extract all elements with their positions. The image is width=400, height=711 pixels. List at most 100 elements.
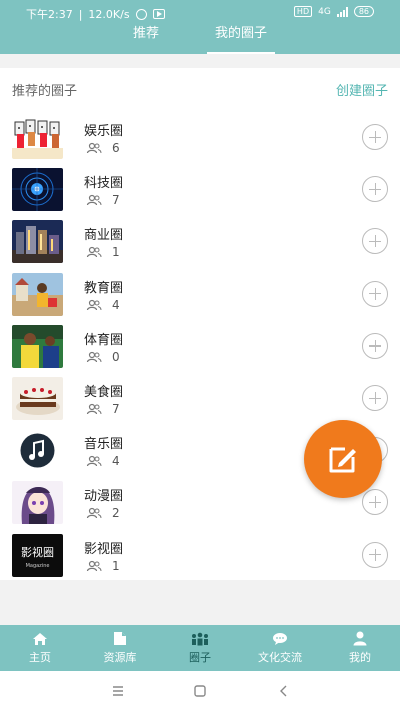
home-icon (33, 632, 47, 645)
circle-list-card: 推荐的圈子 创建圈子 娱乐圈 6 科技圈 7 商业圈 1 教育圈 4 体育圈 0… (0, 68, 400, 580)
member-count-value: 1 (112, 245, 120, 260)
users-icon (86, 403, 102, 415)
status-time: 下午2:37 (26, 8, 73, 21)
list-item[interactable]: 娱乐圈 6 (0, 112, 400, 164)
film-thumb-title: 影视圈 (21, 545, 54, 559)
nav-culture-exchange[interactable]: 文化交流 (240, 625, 320, 671)
nav-circles-label: 圈子 (189, 650, 211, 664)
join-circle-button[interactable] (362, 541, 388, 568)
nav-resources[interactable]: 资源库 (80, 625, 160, 671)
bottom-nav: 主页 资源库 圈子 文化交流 我的 (0, 625, 400, 671)
member-count: 4 (86, 298, 120, 312)
users-icon (86, 508, 102, 519)
nav-profile-label: 我的 (349, 651, 371, 664)
section-title: 推荐的圈子 (12, 84, 78, 99)
alarm-icon (135, 8, 147, 20)
nav-profile[interactable]: 我的 (320, 625, 400, 671)
circle-name: 体育圈 (84, 332, 124, 348)
join-circle-button[interactable] (362, 124, 388, 150)
users-icon (86, 560, 102, 571)
users-icon (86, 195, 102, 206)
system-nav-bar (0, 671, 400, 711)
film-thumb-subtitle: Magazine (26, 563, 50, 569)
join-circle-button[interactable] (362, 332, 388, 359)
nav-circles[interactable]: 圈子 (160, 625, 240, 671)
top-header: 下午2:37 | 12.0K/s HD 4G 86 推荐 我的圈子 (0, 0, 400, 54)
back-icon[interactable] (274, 683, 294, 699)
circle-name: 娱乐圈 (84, 124, 124, 139)
nav-home-label: 主页 (29, 650, 51, 664)
member-count: 7 (86, 193, 120, 207)
member-count: 6 (86, 141, 120, 155)
nav-culture-exchange-label: 文化交流 (258, 650, 302, 664)
food-thumb (12, 376, 63, 420)
join-circle-button[interactable] (362, 280, 388, 307)
join-circle-button[interactable] (362, 489, 388, 516)
circle-name: 音乐圈 (84, 437, 124, 453)
join-circle-button[interactable] (362, 384, 388, 411)
users-icon (86, 142, 102, 154)
header-tabs: 推荐 我的圈子 (0, 24, 400, 54)
menu-icon[interactable] (108, 683, 128, 699)
member-count: 1 (86, 245, 120, 259)
member-count: 1 (86, 559, 120, 573)
member-count: 4 (86, 454, 120, 468)
circle-name: 商业圈 (84, 228, 124, 244)
tab-my-circles[interactable]: 我的圈子 (207, 24, 276, 54)
users-icon (86, 299, 102, 310)
sports-thumb (12, 324, 63, 368)
member-count-value: 2 (112, 506, 120, 521)
entertainment-thumb (12, 116, 63, 159)
music-thumb (12, 429, 63, 473)
hd-icon: HD (293, 6, 313, 17)
circle-name: 动漫圈 (84, 489, 124, 505)
film-thumb: 影视圈 Magazine (12, 533, 63, 577)
member-count-value: 4 (112, 454, 120, 469)
status-right: HD 4G 86 (293, 6, 374, 17)
nav-home[interactable]: 主页 (0, 625, 80, 671)
edit-icon (329, 447, 356, 473)
home-button-icon[interactable] (190, 683, 210, 699)
create-circle-link[interactable]: 创建圈子 (336, 80, 388, 99)
member-count-value: 4 (112, 297, 120, 312)
circle-name: 美食圈 (84, 384, 124, 400)
chat-icon (273, 632, 287, 645)
users-icon (86, 351, 102, 362)
list-item[interactable]: 商业圈 1 (0, 216, 400, 268)
member-count-value: 1 (112, 558, 120, 573)
status-divider: | (78, 7, 83, 21)
join-circle-button[interactable] (362, 176, 388, 203)
status-left: 下午2:37 | 12.0K/s (26, 6, 165, 22)
member-count-value: 7 (112, 401, 120, 416)
list-item[interactable]: 美食圈 7 (0, 373, 400, 425)
member-count: 0 (86, 350, 120, 364)
person-icon (353, 631, 367, 646)
circle-name: 科技圈 (84, 176, 124, 192)
circle-list: 娱乐圈 6 科技圈 7 商业圈 1 教育圈 4 体育圈 0 美食圈 7 音乐圈 … (0, 112, 400, 582)
education-thumb (12, 272, 63, 316)
list-item[interactable]: 影视圈 Magazine 影视圈 1 (0, 530, 400, 582)
circle-name: 教育圈 (84, 280, 124, 296)
file-icon (114, 632, 126, 645)
network-type: 4G (318, 6, 331, 17)
nav-resources-label: 资源库 (103, 651, 137, 664)
tab-recommended[interactable]: 推荐 (125, 24, 167, 54)
member-count: 7 (86, 402, 120, 416)
member-count: 2 (86, 506, 120, 520)
list-item[interactable]: 教育圈 4 (0, 269, 400, 321)
users-icon (86, 247, 102, 258)
battery-level: 86 (353, 6, 374, 17)
technology-thumb (12, 168, 63, 212)
circle-name: 影视圈 (84, 541, 124, 557)
network-speed: 12.0K/s (88, 7, 130, 21)
business-thumb (12, 220, 63, 264)
users-icon (86, 456, 102, 467)
anime-thumb (12, 481, 63, 525)
member-count-value: 7 (112, 193, 120, 208)
compose-fab[interactable] (304, 420, 382, 498)
list-item[interactable]: 体育圈 0 (0, 321, 400, 373)
member-count-value: 0 (112, 349, 120, 364)
member-count-value: 6 (112, 141, 120, 155)
list-item[interactable]: 科技圈 7 (0, 164, 400, 216)
join-circle-button[interactable] (362, 228, 388, 255)
